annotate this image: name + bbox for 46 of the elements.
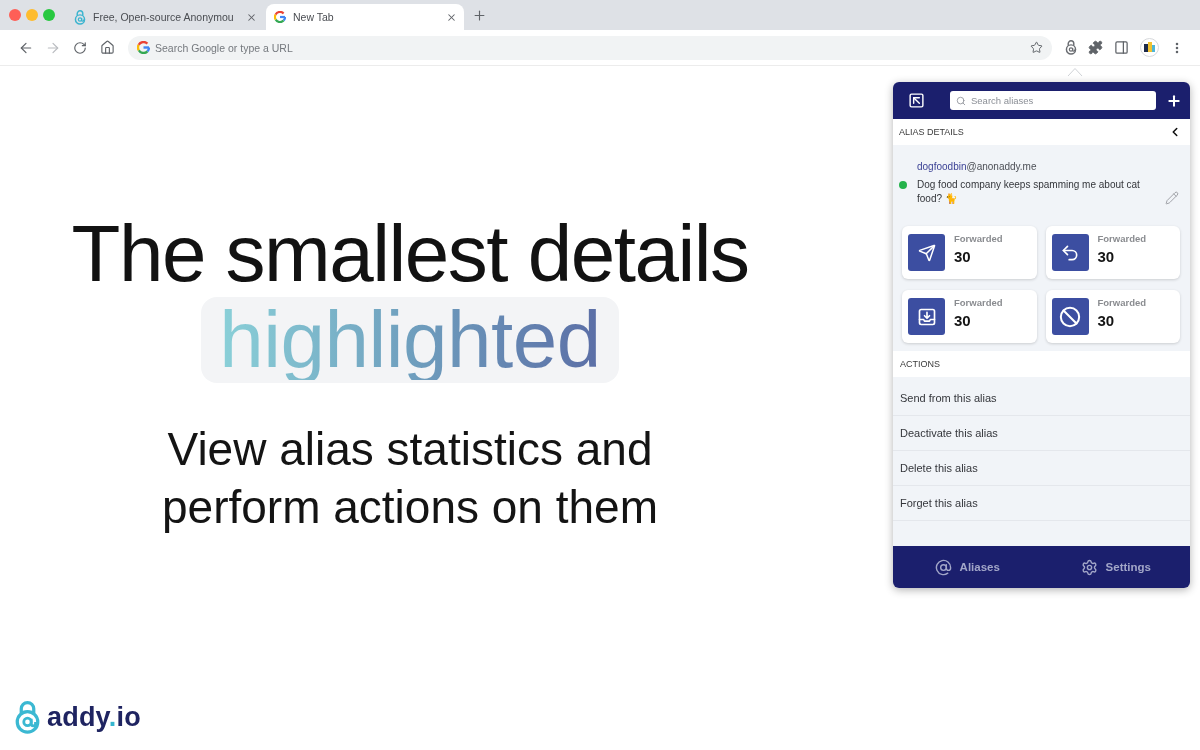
stat-label: Forwarded bbox=[954, 297, 1003, 308]
stat-value: 30 bbox=[954, 248, 972, 265]
stat-value: 30 bbox=[1097, 248, 1116, 265]
at-lock-icon[interactable] bbox=[1065, 40, 1077, 55]
popup-caret-icon bbox=[1067, 67, 1083, 76]
action-item[interactable]: Forget this alias bbox=[893, 486, 1190, 521]
stat-label: Forwarded bbox=[1097, 233, 1147, 244]
nav-button[interactable]: Settings bbox=[1041, 546, 1190, 588]
browser-tab[interactable]: New Tab bbox=[266, 4, 464, 30]
avatar-icon[interactable] bbox=[1140, 38, 1159, 57]
stat-value: 30 bbox=[1097, 312, 1116, 329]
expand-icon[interactable] bbox=[908, 92, 925, 109]
settings-icon bbox=[1080, 558, 1098, 576]
action-item[interactable]: Send from this alias bbox=[893, 381, 1190, 416]
at-sign-icon bbox=[934, 558, 952, 576]
nav-button[interactable]: Aliases bbox=[893, 546, 1042, 588]
section-title: ACTIONS bbox=[899, 359, 940, 369]
add-icon[interactable] bbox=[1166, 92, 1182, 109]
logo-text: addy.io bbox=[47, 702, 141, 733]
hero-subheading: View alias statistics and perform actions on them bbox=[161, 422, 659, 535]
stat-label: Forwarded bbox=[954, 233, 1003, 244]
puzzle-icon[interactable] bbox=[1088, 40, 1103, 55]
search-field[interactable]: Search aliases bbox=[950, 91, 1156, 110]
logo-icon bbox=[15, 700, 40, 735]
close-tab-icon[interactable] bbox=[446, 11, 457, 23]
alias-email: dogfoodbin@anonaddy.me bbox=[917, 161, 1038, 172]
alias-description: Dog food company keeps spamming me about cat food? 🐈 bbox=[917, 178, 1141, 206]
inbox-download-icon bbox=[908, 298, 945, 335]
action-item[interactable]: Delete this alias bbox=[893, 451, 1190, 486]
address-field[interactable]: Search Google or type a URL bbox=[128, 35, 1052, 60]
g-logo-icon bbox=[274, 11, 286, 23]
stat-label: Forwarded bbox=[1097, 297, 1147, 308]
star-icon[interactable] bbox=[1030, 41, 1043, 54]
block-icon bbox=[1051, 298, 1089, 335]
section-title: ALIAS DETAILS bbox=[899, 127, 964, 137]
g-logo-icon bbox=[137, 41, 150, 54]
hero-heading: The smallest details bbox=[71, 214, 749, 294]
close-tab-icon[interactable] bbox=[246, 11, 257, 23]
at-lock-icon bbox=[74, 9, 86, 25]
side-panel-icon[interactable] bbox=[1114, 40, 1129, 55]
stat-value: 30 bbox=[954, 312, 972, 329]
paper-plane-icon bbox=[908, 234, 945, 271]
browser-tab[interactable]: Free, Open-source Anonymou bbox=[66, 4, 264, 30]
search-icon bbox=[956, 95, 966, 106]
action-item[interactable]: Deactivate this alias bbox=[893, 416, 1190, 451]
new-tab-icon[interactable] bbox=[472, 7, 487, 23]
